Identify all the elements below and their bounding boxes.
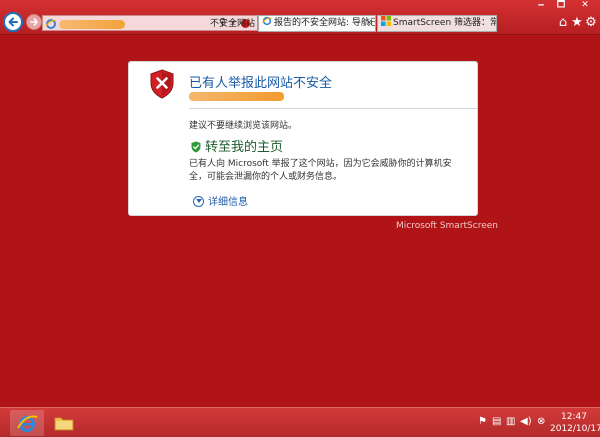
warning-card: 已有人举报此网站不安全 建议不要继续浏览该网站。 转至我的主页 已有人向 Mic…: [128, 61, 478, 216]
taskbar: ⚑ ▤ ▥ ◀) ⊗ 12:47 2012/10/17: [0, 407, 600, 437]
browser-chrome: 🗕 🗖 ✕ ⚲ ▾ 不安全网站 报告的不安全网站: 导航已... ×: [0, 0, 600, 35]
go-home-link[interactable]: 转至我的主页: [191, 136, 283, 155]
green-shield-icon: [191, 141, 201, 153]
forward-arrow-icon: [30, 18, 38, 26]
tab-smartscreen-faq[interactable]: SmartScreen 筛选器：常见问...: [377, 15, 497, 32]
red-shield-icon: [150, 69, 174, 99]
clock-time: 12:47: [561, 412, 587, 422]
maximize-button[interactable]: 🗖: [552, 0, 570, 12]
unsafe-site-label[interactable]: 不安全网站: [210, 16, 255, 29]
ie-page-icon: [45, 19, 57, 29]
tab-close-icon[interactable]: ×: [365, 16, 373, 31]
more-info-label[interactable]: 详细信息: [208, 193, 248, 208]
back-button[interactable]: [3, 12, 23, 32]
system-clock[interactable]: 12:47 2012/10/17: [550, 411, 600, 435]
clock-date: 2012/10/17: [550, 424, 600, 434]
detail-text: 已有人向 Microsoft 举报了这个网站，因为它会威胁你的计算机安全，可能会…: [189, 159, 452, 182]
network-icon[interactable]: ▥: [506, 415, 515, 429]
tab-unsafe-report[interactable]: 报告的不安全网站: 导航已... ×: [258, 15, 376, 32]
expand-circle-icon[interactable]: [193, 196, 204, 207]
tab-label: 报告的不安全网站: 导航已...: [274, 18, 375, 28]
close-notification-icon[interactable]: ⊗: [537, 415, 545, 429]
go-home-label[interactable]: 转至我的主页: [205, 136, 283, 155]
action-center-flag-icon[interactable]: ⚑: [478, 415, 487, 429]
tab-label: SmartScreen 筛选器：常见问...: [393, 18, 497, 28]
folder-icon: [54, 417, 74, 431]
advice-text: 建议不要继续浏览该网站。: [189, 121, 298, 131]
gear-icon[interactable]: ⚙: [583, 15, 599, 31]
warning-title: 已有人举报此网站不安全: [189, 76, 333, 91]
address-url-redacted[interactable]: [59, 20, 125, 29]
reported-site-redacted: [189, 92, 284, 101]
back-arrow-icon: [8, 17, 18, 27]
minimize-button[interactable]: 🗕: [532, 0, 550, 12]
smartscreen-brand: Microsoft SmartScreen: [396, 221, 498, 231]
forward-button[interactable]: [26, 14, 42, 30]
windows-flag-icon: [381, 16, 391, 26]
keyboard-icon[interactable]: ▤: [492, 415, 501, 429]
taskbar-explorer-button[interactable]: [52, 410, 76, 436]
more-info-toggle[interactable]: 详细信息: [193, 193, 248, 208]
close-button[interactable]: ✕: [572, 0, 598, 12]
internet-explorer-icon: [17, 415, 38, 432]
divider: [189, 108, 477, 109]
ie-tab-icon: [262, 16, 272, 26]
taskbar-ie-button[interactable]: [10, 410, 44, 436]
volume-icon[interactable]: ◀): [520, 415, 532, 429]
